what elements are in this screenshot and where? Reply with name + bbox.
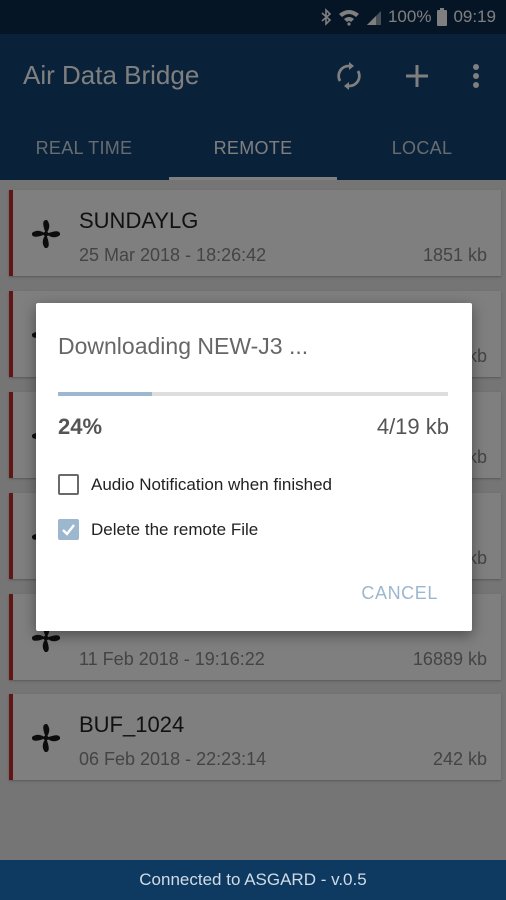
connection-status: Connected to ASGARD - v.0.5 <box>139 870 367 889</box>
delete-remote-option[interactable]: Delete the remote File <box>58 519 258 540</box>
delete-remote-checkbox[interactable] <box>58 519 79 540</box>
audio-notification-option[interactable]: Audio Notification when finished <box>58 474 332 495</box>
check-icon <box>62 524 75 536</box>
progress-fill <box>58 392 152 396</box>
audio-notification-label: Audio Notification when finished <box>91 474 332 494</box>
delete-remote-label: Delete the remote File <box>91 519 259 539</box>
download-progress-bar <box>58 392 448 396</box>
download-dialog: Downloading NEW-J3 ... 24% 4/19 kb Audio… <box>36 303 472 631</box>
audio-notification-checkbox[interactable] <box>58 474 79 495</box>
dialog-title: Downloading NEW-J3 ... <box>58 333 309 359</box>
progress-bytes: 4/19 kb <box>376 414 449 439</box>
connection-status-bar: Connected to ASGARD - v.0.5 <box>0 860 506 900</box>
cancel-button[interactable]: CANCEL <box>361 583 438 604</box>
progress-percent: 24% <box>58 414 103 439</box>
